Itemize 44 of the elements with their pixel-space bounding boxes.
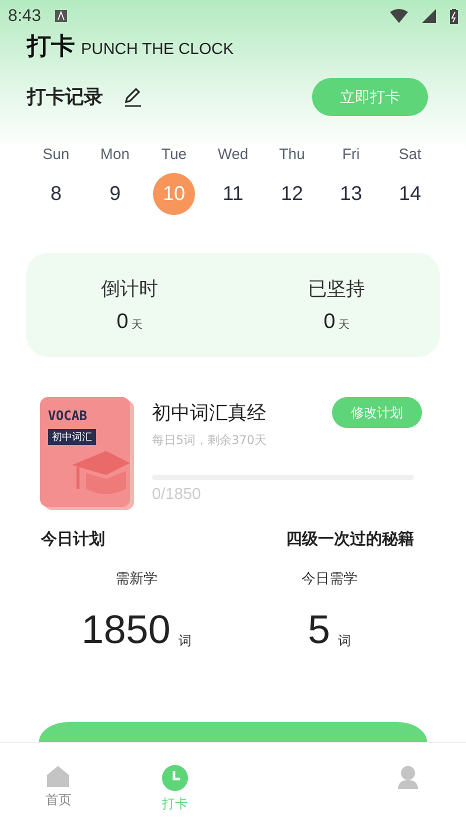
weekday-label: Wed bbox=[216, 146, 250, 163]
weekday-label: Thu bbox=[278, 146, 306, 163]
edit-icon[interactable] bbox=[123, 87, 143, 107]
counter-unit: 天 bbox=[131, 317, 142, 332]
stat-value: 5 bbox=[308, 610, 330, 650]
counter-label: 已坚持 bbox=[308, 277, 365, 302]
person-icon bbox=[396, 765, 420, 789]
keyboard-icon bbox=[55, 10, 68, 22]
weekday-label: Tue bbox=[160, 146, 188, 163]
weekday-label: Fri bbox=[341, 146, 361, 163]
nav-tab[interactable]: 首页 bbox=[0, 743, 116, 828]
calendar-date[interactable]: 9 bbox=[94, 173, 136, 215]
clock-icon bbox=[162, 765, 188, 791]
calendar-date[interactable]: 13 bbox=[330, 173, 372, 215]
counter-unit: 天 bbox=[338, 317, 350, 332]
plan-title: 今日计划 bbox=[41, 529, 105, 550]
stat-label: 需新学 bbox=[116, 570, 158, 588]
stat-unit: 词 bbox=[338, 633, 352, 650]
calendar-date[interactable]: 12 bbox=[271, 173, 313, 215]
calendar-date[interactable]: 8 bbox=[35, 173, 77, 215]
book-title: 初中词汇真经 bbox=[152, 400, 266, 426]
counter-value: 0 bbox=[116, 310, 128, 334]
counter-value: 0 bbox=[324, 310, 336, 334]
wifi-icon bbox=[390, 9, 408, 23]
stat-value: 1850 bbox=[82, 610, 170, 650]
page-subtitle: PUNCH THE CLOCK bbox=[81, 41, 234, 60]
cover-title: VOCAB bbox=[48, 409, 88, 424]
battery-icon bbox=[450, 8, 458, 24]
weekday-label: Sun bbox=[42, 146, 70, 163]
stat-label: 今日需学 bbox=[302, 570, 358, 588]
calendar-date[interactable]: 14 bbox=[389, 173, 431, 215]
home-icon bbox=[46, 765, 70, 787]
book-subtitle: 每日5词，剩余370天 bbox=[152, 432, 268, 449]
tips-link[interactable]: 四级一次过的秘籍 bbox=[286, 529, 414, 550]
weekday-label: Mon bbox=[99, 146, 131, 163]
calendar-date[interactable]: 11 bbox=[212, 173, 254, 215]
counter-label: 倒计时 bbox=[101, 277, 158, 302]
cover-tag: 初中词汇 bbox=[48, 429, 96, 445]
page-title: 打卡 bbox=[27, 31, 75, 62]
status-time: 8:43 bbox=[8, 6, 42, 26]
record-title: 打卡记录 bbox=[27, 85, 103, 110]
stat-unit: 词 bbox=[178, 633, 192, 650]
signal-icon bbox=[422, 9, 436, 23]
weekday-label: Sat bbox=[398, 146, 422, 163]
